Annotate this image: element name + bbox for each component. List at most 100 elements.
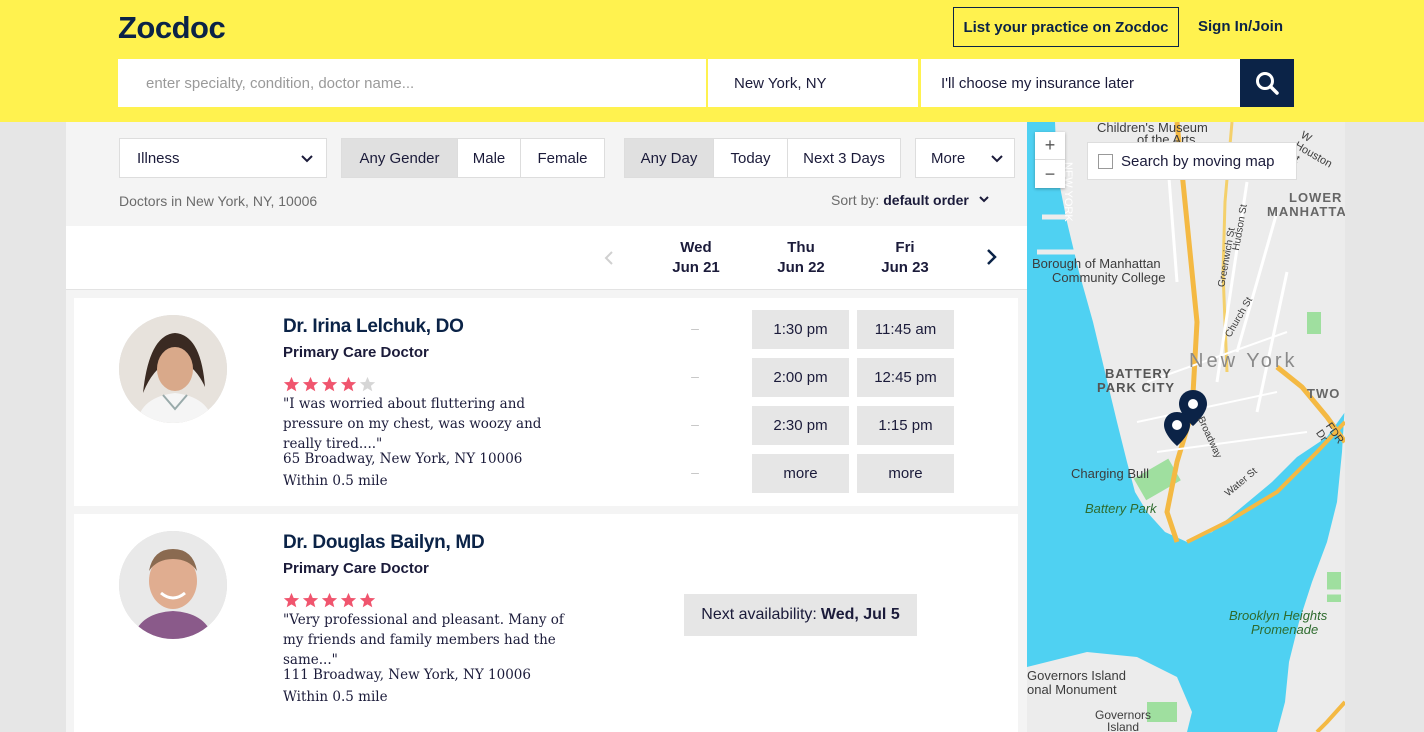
doctor-name[interactable]: Dr. Douglas Bailyn, MD (283, 532, 485, 554)
time-slot[interactable]: 1:30 pm (752, 310, 849, 349)
doctor-card[interactable]: Dr. Irina Lelchuk, DO Primary Care Docto… (74, 298, 1018, 506)
map-label: Island (1107, 720, 1140, 732)
map-label: Borough of Manhattan (1032, 256, 1161, 271)
review-quote: "I was worried about fluttering and pres… (283, 396, 542, 452)
chevron-left-icon[interactable] (602, 250, 616, 266)
star-icon (302, 592, 319, 608)
map-label: Battery Park (1085, 501, 1157, 516)
sort-dropdown[interactable]: Sort by: default order (831, 192, 993, 208)
results-location: Doctors in New York, NY, 10006 (119, 193, 318, 209)
time-slot[interactable]: 11:45 am (857, 310, 954, 349)
star-icon (340, 592, 357, 608)
day-any[interactable]: Any Day (625, 139, 714, 177)
next-availability-button[interactable]: Next availability: Wed, Jul 5 (684, 594, 917, 636)
star-icon (321, 592, 338, 608)
day-today[interactable]: Today (714, 139, 788, 177)
chevron-right-icon[interactable] (984, 248, 998, 266)
time-slot[interactable]: 2:00 pm (752, 358, 849, 397)
doctor-specialty: Primary Care Doctor (283, 344, 429, 361)
no-slot: – (691, 464, 699, 480)
star-icon (359, 376, 376, 392)
date-date: Jun 23 (881, 259, 929, 276)
doctor-address: 111 Broadway, New York, NY 10006 Within … (283, 664, 531, 708)
doctor-card[interactable]: Dr. Douglas Bailyn, MD Primary Care Doct… (74, 514, 1018, 732)
review-quote: "Very professional and pleasant. Many of… (283, 612, 564, 668)
dates-bar: Wed Jun 21 Thu Jun 22 Fri Jun 23 (66, 226, 1027, 290)
list-practice-button[interactable]: List your practice on Zocdoc (953, 7, 1179, 47)
address-line: 65 Broadway, New York, NY 10006 (283, 451, 523, 467)
time-slot[interactable]: 1:15 pm (857, 406, 954, 445)
search-icon (1256, 72, 1279, 95)
logo[interactable]: Zocdoc (118, 10, 226, 46)
date-day: Fri (895, 239, 915, 256)
date-col-fri: Fri Jun 23 (853, 238, 957, 278)
map-label: LOWER (1289, 190, 1343, 205)
chevron-down-icon (979, 196, 989, 203)
distance-line: Within 0.5 mile (283, 689, 388, 705)
chevron-down-icon (301, 155, 313, 163)
search-button[interactable] (1240, 59, 1294, 107)
date-date: Jun 22 (777, 259, 825, 276)
avatar[interactable] (119, 315, 227, 423)
more-filters-label: More (931, 149, 966, 167)
map-label: Brooklyn Heights (1229, 608, 1328, 623)
more-slots-button[interactable]: more (857, 454, 954, 493)
day-next-3[interactable]: Next 3 Days (788, 139, 900, 177)
map-label: BATTERY (1105, 366, 1172, 381)
date-col-thu: Thu Jun 22 (749, 238, 853, 278)
zoom-control: + − (1035, 132, 1065, 188)
search-map-label: Search by moving map (1121, 152, 1275, 170)
date-day: Wed (680, 239, 712, 256)
gender-any[interactable]: Any Gender (342, 139, 458, 177)
gender-filter: Any Gender Male Female (341, 138, 605, 178)
star-icon (321, 376, 338, 392)
date-date: Jun 21 (672, 259, 720, 276)
star-icon (302, 376, 319, 392)
star-icon (359, 592, 376, 608)
date-day: Thu (787, 239, 815, 256)
more-slots-button[interactable]: more (752, 454, 849, 493)
rating-stars (283, 376, 376, 393)
star-icon (340, 376, 357, 392)
no-slot: – (691, 416, 699, 432)
zoom-out-button[interactable]: − (1035, 160, 1065, 188)
next-availability-date: Wed, Jul 5 (820, 606, 900, 623)
map-label: PARK CITY (1097, 380, 1176, 395)
chevron-down-icon (991, 155, 1003, 163)
time-slot[interactable]: 2:30 pm (752, 406, 849, 445)
header: Zocdoc List your practice on Zocdoc Sign… (0, 0, 1424, 122)
map[interactable]: NEW YORK Children's Museum of the Arts W… (1027, 122, 1345, 732)
map-label: MANHATTA (1267, 204, 1345, 219)
no-slot: – (691, 320, 699, 336)
doctor-specialty: Primary Care Doctor (283, 560, 429, 577)
time-slot[interactable]: 12:45 pm (857, 358, 954, 397)
sort-value: default order (883, 192, 969, 208)
address-line: 111 Broadway, New York, NY 10006 (283, 667, 531, 683)
next-availability-label: Next availability: (701, 606, 817, 623)
map-label: Charging Bull (1071, 466, 1150, 481)
doctor-address: 65 Broadway, New York, NY 10006 Within 0… (283, 448, 522, 492)
specialty-input[interactable]: enter specialty, condition, doctor name.… (118, 59, 706, 107)
sort-label: Sort by: (831, 192, 880, 208)
reason-select[interactable]: Illness (119, 138, 327, 178)
distance-line: Within 0.5 mile (283, 473, 388, 489)
avatar[interactable] (119, 531, 227, 639)
gender-female[interactable]: Female (521, 139, 604, 177)
rating-stars (283, 592, 376, 609)
search-by-moving-map[interactable]: Search by moving map (1087, 142, 1297, 180)
gender-male[interactable]: Male (458, 139, 521, 177)
star-icon (283, 376, 300, 392)
map-label: New York (1189, 350, 1298, 372)
more-filters-button[interactable]: More (915, 138, 1015, 178)
location-input[interactable]: New York, NY (708, 59, 918, 107)
signin-link[interactable]: Sign In/Join (1198, 18, 1283, 35)
insurance-input[interactable]: I'll choose my insurance later (921, 59, 1240, 107)
map-label: TWO (1307, 386, 1341, 401)
zoom-in-button[interactable]: + (1035, 132, 1065, 160)
no-slot: – (691, 368, 699, 384)
star-icon (283, 592, 300, 608)
reason-select-value: Illness (137, 149, 180, 167)
doctor-name[interactable]: Dr. Irina Lelchuk, DO (283, 316, 464, 338)
search-map-checkbox[interactable] (1098, 153, 1113, 169)
map-label: onal Monument (1027, 682, 1117, 697)
